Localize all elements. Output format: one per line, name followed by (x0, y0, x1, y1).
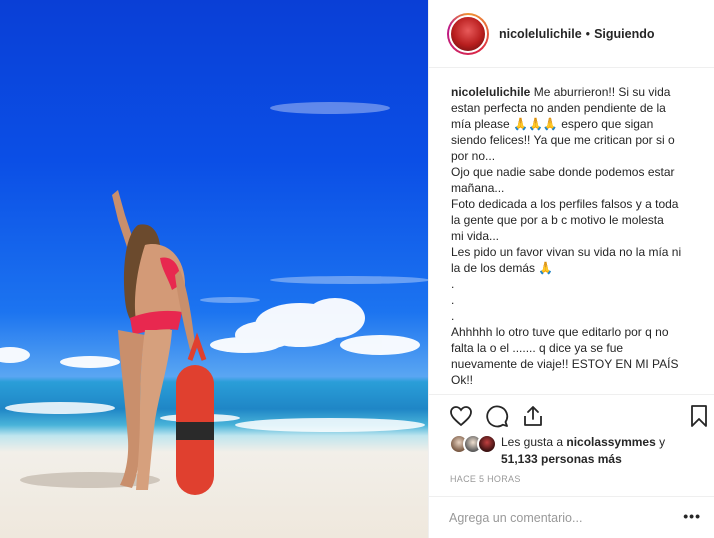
caption-text: Me aburrieron!! Si su vida (533, 85, 671, 99)
likes-count-link[interactable]: 51,133 personas más (501, 452, 622, 466)
caption-line: por no... (451, 149, 496, 163)
bookmark-icon[interactable] (687, 404, 711, 428)
follow-button[interactable]: Siguiendo (594, 27, 654, 41)
likes-prefix: Les gusta a (501, 435, 564, 449)
likes-text: Les gusta a nicolassymmes y 51,133 perso… (501, 434, 701, 468)
share-icon[interactable] (521, 404, 545, 428)
caption-line: mañana... (451, 181, 505, 195)
caption-line: Ahhhhh lo otro tuve que editarlo por q n… (451, 325, 669, 339)
likes-summary: Les gusta a nicolassymmes y 51,133 perso… (449, 434, 709, 470)
caption-line: siendo felices!! Ya que me critican por … (451, 133, 675, 147)
action-bar (429, 394, 714, 434)
post-photo[interactable] (0, 0, 428, 538)
comment-input[interactable] (449, 509, 669, 527)
caption-line: estan perfecta no anden pendiente de la (451, 101, 666, 115)
comment-bar: ••• (429, 496, 714, 538)
caption-line: falta la o el ....... q dice ya se fue (451, 341, 624, 355)
post-timestamp[interactable]: HACE 5 HORAS (450, 474, 521, 484)
separator-dot: • (585, 26, 591, 41)
caption-line: mía please 🙏🙏🙏 espero que sigan (451, 117, 654, 131)
caption-line: nuevamente de viaje!! ESTOY EN MI PAÍS (451, 357, 679, 371)
caption-line: . (451, 277, 455, 291)
liker-username-link[interactable]: nicolassymmes (566, 435, 655, 449)
caption-line: nicolelulichile Me aburrieron!! Si su vi… (451, 84, 706, 100)
caption-line: Ojo que nadie sabe donde podemos estar (451, 165, 675, 179)
caption-line: mi vida... (451, 229, 500, 243)
caption-line: Ok!! (451, 373, 474, 387)
caption-line: la de los demás 🙏 (451, 261, 554, 275)
beach-scene (0, 102, 428, 495)
avatar[interactable] (477, 434, 497, 454)
more-options-button[interactable]: ••• (683, 509, 701, 523)
avatar[interactable] (449, 14, 487, 53)
comment-bubble-icon[interactable] (485, 404, 509, 428)
caption-line: la gente que por a b c motivo le molesta (451, 213, 664, 227)
story-ring[interactable] (447, 12, 489, 55)
liker-avatars (449, 434, 499, 454)
post-header: nicolelulichile • Siguiendo (429, 0, 714, 68)
post-caption: nicolelulichile Me aburrieron!! Si su vi… (451, 84, 706, 388)
username-link[interactable]: nicolelulichile (499, 27, 582, 41)
header-text: nicolelulichile • Siguiendo (499, 27, 654, 41)
caption-username-link[interactable]: nicolelulichile (451, 85, 530, 99)
caption-line: Les pido un favor vivan su vida no la mí… (451, 245, 682, 259)
caption-line: Foto dedicada a los perfiles falsos y a … (451, 197, 679, 211)
post-sidebar: nicolelulichile • Siguiendo nicolelulichil… (428, 0, 714, 538)
likes-joiner: y (659, 435, 666, 449)
heart-icon[interactable] (449, 404, 473, 428)
caption-line: . (451, 293, 455, 307)
caption-line: . (451, 309, 455, 323)
